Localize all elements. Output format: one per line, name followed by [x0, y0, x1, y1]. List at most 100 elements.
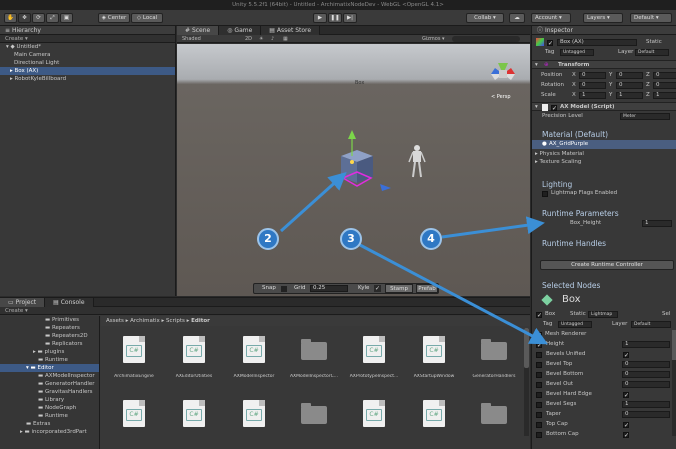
transform-x-field[interactable]: 0 — [579, 82, 606, 89]
property-expose-checkbox[interactable] — [536, 401, 542, 408]
script-asset[interactable]: C# — [224, 392, 284, 449]
effects-toggle-icon[interactable]: ▦ — [283, 35, 288, 43]
script-asset[interactable]: C# AXEditorUtilities — [164, 328, 224, 398]
ax-model-enabled-checkbox[interactable] — [551, 104, 557, 113]
prefab-button[interactable]: Prefab — [416, 284, 438, 293]
hierarchy-item[interactable]: Main Camera — [0, 51, 175, 59]
script-asset[interactable]: C# AXStartupWindow — [404, 328, 464, 398]
audio-toggle-icon[interactable]: ♪ — [271, 35, 274, 43]
hierarchy-create-button[interactable]: Create ▾ — [5, 36, 28, 42]
rect-tool-button[interactable]: ▣ — [60, 13, 73, 23]
node-active-checkbox[interactable] — [536, 311, 542, 320]
property-value-field[interactable]: 0 — [622, 381, 670, 388]
script-asset[interactable]: C# AXModelInspector — [224, 328, 284, 398]
texture-scaling-foldout[interactable]: ▸ Texture Scaling — [532, 158, 676, 167]
tree-item[interactable]: ▬ GeneratorHandler — [0, 380, 99, 388]
hierarchy-item-selected[interactable]: ▸ Box (AX) — [0, 67, 175, 75]
property-expose-checkbox[interactable] — [536, 381, 542, 388]
tree-item[interactable]: ▬ NodeGraph — [0, 404, 99, 412]
node-tag-dropdown[interactable]: Untagged — [558, 321, 592, 328]
direction-handle-icon[interactable] — [380, 184, 391, 191]
tree-item[interactable]: ▸ ▬ plugins — [0, 348, 99, 356]
breadcrumb-item[interactable]: Editor — [191, 318, 210, 324]
property-bool-checkbox[interactable] — [623, 431, 629, 440]
tab-project[interactable]: ▭ Project — [0, 298, 46, 307]
collab-button[interactable]: Collab ▾ — [466, 13, 504, 23]
tab-asset-store[interactable]: ▤ Asset Store — [261, 26, 321, 35]
move-tool-button[interactable]: ✥ — [18, 13, 31, 23]
property-bool-checkbox[interactable] — [623, 351, 629, 360]
breadcrumb-item[interactable]: Archimatix — [130, 318, 160, 324]
rotate-tool-button[interactable]: ⟳ — [32, 13, 45, 23]
robot-kyle-figure[interactable] — [408, 145, 426, 178]
transform-header[interactable]: ▾ ⊕ Transform — [532, 60, 676, 69]
script-asset[interactable]: C# — [404, 392, 464, 449]
hierarchy-item[interactable]: Directional Light — [0, 59, 175, 67]
lightmap-checkbox[interactable] — [542, 190, 548, 197]
script-asset[interactable]: C# — [344, 392, 404, 449]
script-asset[interactable]: C# ArchimatixEngine — [104, 328, 164, 398]
scene-gizmo-icon[interactable] — [491, 63, 515, 80]
folder-asset[interactable] — [464, 392, 524, 449]
property-expose-checkbox[interactable] — [536, 351, 542, 358]
tree-item[interactable]: ▬ Repeaters — [0, 324, 99, 332]
account-dropdown[interactable]: Account ▾ — [531, 13, 571, 23]
tree-item-selected[interactable]: ▾ ▬ Editor — [0, 364, 99, 372]
folder-asset[interactable]: GeneratorHandlers — [464, 328, 524, 398]
inspector-scrollbar[interactable] — [672, 330, 676, 436]
pivot-local-button[interactable]: ◇ Local — [131, 13, 163, 23]
2d-toggle[interactable]: 2D — [245, 35, 252, 43]
transform-x-field[interactable]: 1 — [579, 92, 606, 99]
tree-item[interactable]: ▬ Primitives — [0, 316, 99, 324]
scale-tool-button[interactable]: ⤢ — [46, 13, 59, 23]
project-scrollbar[interactable] — [524, 328, 529, 436]
tab-console[interactable]: ▤ Console — [45, 298, 94, 307]
script-asset[interactable]: C# AXPrototypeInspect... — [344, 328, 404, 398]
tag-dropdown[interactable]: Untagged — [560, 49, 594, 56]
breadcrumb-item[interactable]: Assets — [106, 318, 124, 324]
property-expose-checkbox[interactable] — [536, 341, 542, 350]
layer-dropdown[interactable]: Default — [635, 49, 669, 56]
hand-tool-button[interactable]: ✋ — [4, 13, 17, 23]
layers-dropdown[interactable]: Layers ▾ — [583, 13, 623, 23]
create-runtime-controller-button[interactable]: Create Runtime Controller — [540, 260, 674, 270]
transform-y-field[interactable]: 1 — [616, 92, 643, 99]
folder-asset[interactable]: AXModelInspectorC... — [284, 328, 344, 398]
grid-value-input[interactable]: 0.25 — [310, 285, 348, 292]
cloud-button[interactable]: ☁ — [509, 13, 525, 23]
node-static-dropdown[interactable]: Lightmap — [588, 311, 618, 318]
property-expose-checkbox[interactable] — [536, 391, 542, 398]
property-value-field[interactable]: 0 — [622, 411, 670, 418]
tree-item[interactable]: ▬ Repeaters2D — [0, 332, 99, 340]
property-expose-checkbox[interactable] — [536, 361, 542, 368]
tree-item[interactable]: ▬ Extras — [0, 420, 99, 428]
tree-item[interactable]: ▬ Runtime — [0, 356, 99, 364]
active-checkbox[interactable] — [547, 39, 553, 48]
step-button[interactable]: ▶| — [343, 13, 357, 23]
property-expose-checkbox[interactable] — [536, 411, 542, 418]
precision-dropdown[interactable]: Meter — [620, 113, 670, 120]
static-toggle[interactable]: Static — [646, 38, 662, 47]
property-value-field[interactable]: 1 — [622, 401, 670, 408]
property-expose-checkbox[interactable] — [536, 421, 542, 428]
tree-item[interactable]: ▬ GravitasHandlers — [0, 388, 99, 396]
property-value-field[interactable]: 0 — [622, 371, 670, 378]
node-layer-dropdown[interactable]: Default — [631, 321, 671, 328]
tree-item[interactable]: ▬ Replicators — [0, 340, 99, 348]
gizmos-dropdown[interactable]: Gizmos ▾ — [422, 35, 445, 43]
play-button[interactable]: ▶ — [313, 13, 327, 23]
hierarchy-item[interactable]: ▸ RobotKyleBillboard — [0, 75, 175, 83]
layout-dropdown[interactable]: Default ▾ — [630, 13, 672, 23]
mesh-renderer-checkbox[interactable] — [536, 331, 542, 340]
scene-viewport[interactable]: Box < Persp Snap Grid 0.25 Kyle ✓ Stamp … — [177, 44, 530, 296]
material-field[interactable]: ● AX_GridPurple — [532, 140, 676, 149]
pause-button[interactable]: ❚❚ — [328, 13, 342, 23]
box-height-field[interactable]: 1 — [642, 220, 672, 227]
tree-item[interactable]: ▸ ▬ incorporated3rdPart — [0, 428, 99, 436]
transform-z-field[interactable]: 0 — [653, 72, 676, 79]
pivot-center-button[interactable]: ◈ Center — [98, 13, 130, 23]
breadcrumb-item[interactable]: Scripts — [166, 318, 185, 324]
scene-root[interactable]: ▾ ◆ Untitled* — [0, 43, 175, 51]
shading-mode-dropdown[interactable]: Shaded — [182, 35, 201, 43]
property-value-field[interactable]: 0 — [622, 361, 670, 368]
